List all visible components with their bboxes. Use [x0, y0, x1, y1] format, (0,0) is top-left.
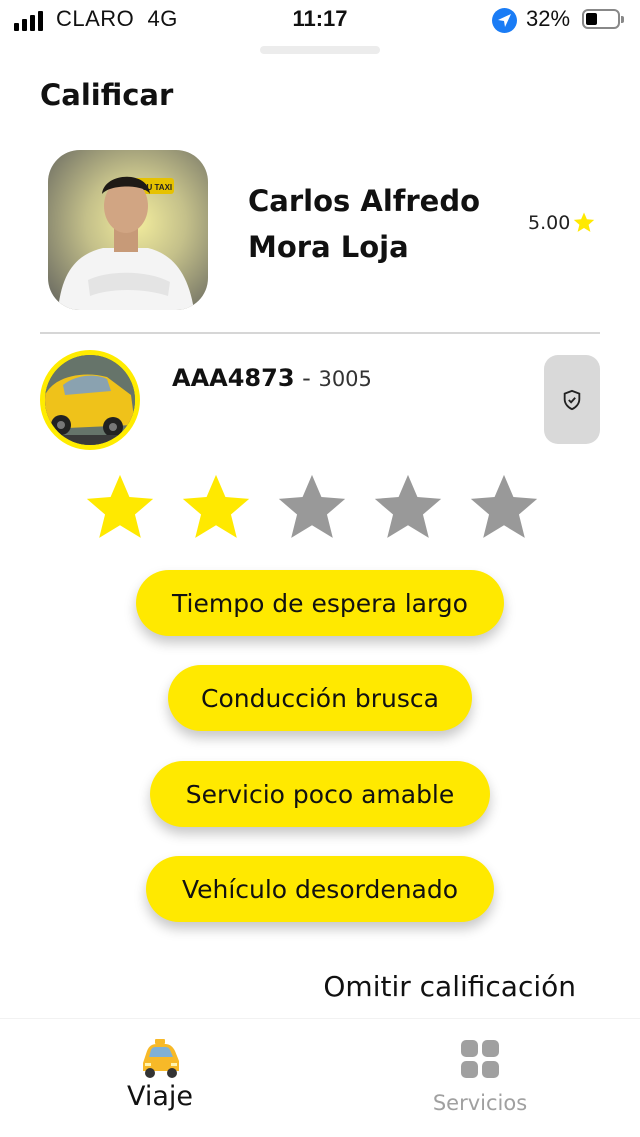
taxi-icon — [143, 1039, 179, 1078]
star-icon — [574, 212, 595, 232]
sheet-grabber[interactable] — [260, 46, 380, 54]
tab-viaje[interactable]: Viaje — [80, 1019, 240, 1137]
rating-star-1[interactable] — [80, 470, 160, 548]
tab-label: Viaje — [126, 1081, 194, 1112]
page-title: Calificar — [40, 78, 174, 112]
rating-stars — [80, 470, 560, 550]
feedback-chip[interactable]: Conducción brusca — [168, 665, 472, 731]
vehicle-separator: - — [294, 364, 319, 392]
driver-name: Carlos Alfredo Mora Loja — [248, 184, 481, 264]
driver-avatar: AZU TAXI — [48, 150, 208, 310]
divider — [40, 332, 600, 334]
rating-star-2[interactable] — [176, 470, 256, 548]
skip-rating-link[interactable]: Omitir calificación — [323, 970, 576, 1003]
driver-rating: 5.00 — [528, 211, 596, 235]
tab-servicios[interactable]: Servicios — [400, 1019, 560, 1137]
battery-icon — [582, 9, 624, 29]
battery-percent: 32% — [526, 6, 571, 31]
rating-star-3[interactable] — [272, 470, 352, 548]
safety-button[interactable] — [544, 355, 600, 444]
vehicle-plate: AAA4873 — [172, 364, 295, 392]
vehicle-avatar — [40, 350, 140, 450]
vehicle-number: 3005 — [318, 367, 370, 391]
rating-star-5[interactable] — [464, 470, 544, 548]
tab-bar: Viaje Servicios — [0, 1018, 640, 1137]
feedback-chip[interactable]: Vehículo desordenado — [146, 856, 494, 922]
grid-icon — [461, 1040, 499, 1078]
feedback-chip[interactable]: Tiempo de espera largo — [136, 570, 504, 636]
rating-star-4[interactable] — [368, 470, 448, 548]
tab-label: Servicios — [432, 1091, 528, 1115]
location-icon — [492, 8, 517, 33]
shield-check-icon — [563, 389, 581, 410]
status-bar: CLARO 4G 11:17 32% — [0, 0, 640, 40]
vehicle-info: AAA4873 - 3005 — [172, 364, 370, 392]
feedback-chip[interactable]: Servicio poco amable — [150, 761, 490, 827]
